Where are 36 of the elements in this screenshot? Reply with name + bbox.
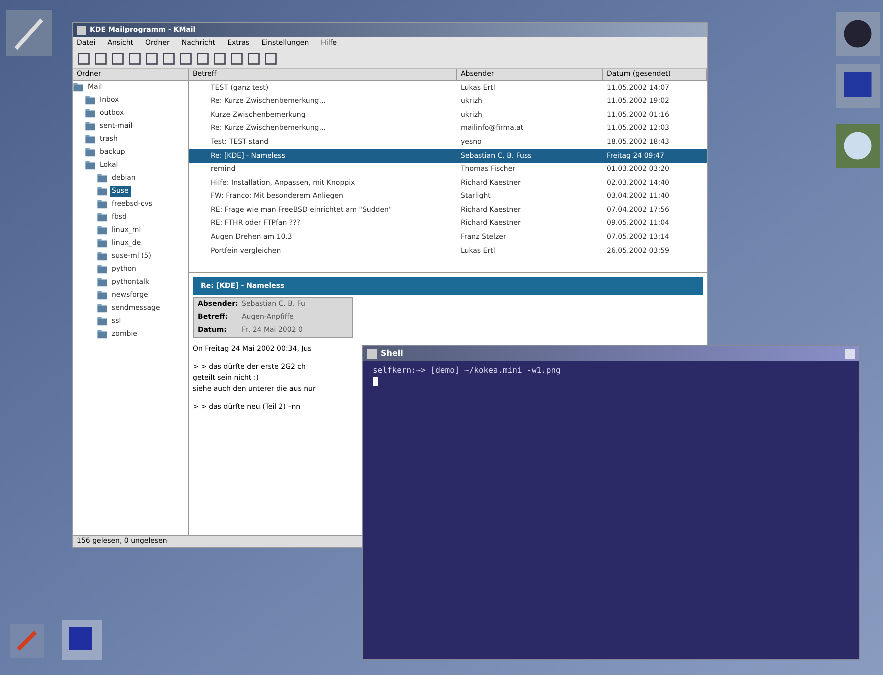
toolbar-icon [162, 52, 176, 66]
toolbar-icon [196, 52, 210, 66]
toolbar-icon [213, 52, 227, 66]
folder-icon [97, 277, 108, 288]
folder-icon [97, 290, 108, 301]
terminal-line: selfkern:~> [demo] ~/kokea.mini -w1.png [373, 365, 562, 377]
folder-icon [97, 212, 108, 223]
folder-icon [97, 225, 108, 236]
toolbar-icon [264, 52, 278, 66]
folder-icon [97, 264, 108, 275]
text-cursor [373, 377, 378, 386]
toolbar-icon [179, 52, 193, 66]
folder-icon [97, 303, 108, 314]
folder-icon [97, 251, 108, 262]
pen-icon [6, 10, 52, 56]
toolbar-icon [247, 52, 261, 66]
folder-icon [73, 82, 84, 93]
folder-icon [97, 238, 108, 249]
toolbar-icon [230, 52, 244, 66]
folder-icon [85, 160, 96, 171]
folder-icon [85, 95, 96, 106]
folder-icon [85, 147, 96, 158]
folder-icon [85, 134, 96, 145]
folder-icon [97, 186, 108, 197]
folder-icon [85, 121, 96, 132]
toolbar-icon [77, 52, 91, 66]
toolbar-icon [111, 52, 125, 66]
folder-icon [97, 329, 108, 340]
folder-icon [97, 173, 108, 184]
folder-icon [85, 108, 96, 119]
folder-icon [97, 316, 108, 327]
folder-icon [97, 199, 108, 210]
toolbar-icon [128, 52, 142, 66]
window-title: Shell [381, 348, 404, 360]
toolbar-icon [145, 52, 159, 66]
toolbar-icon [94, 52, 108, 66]
